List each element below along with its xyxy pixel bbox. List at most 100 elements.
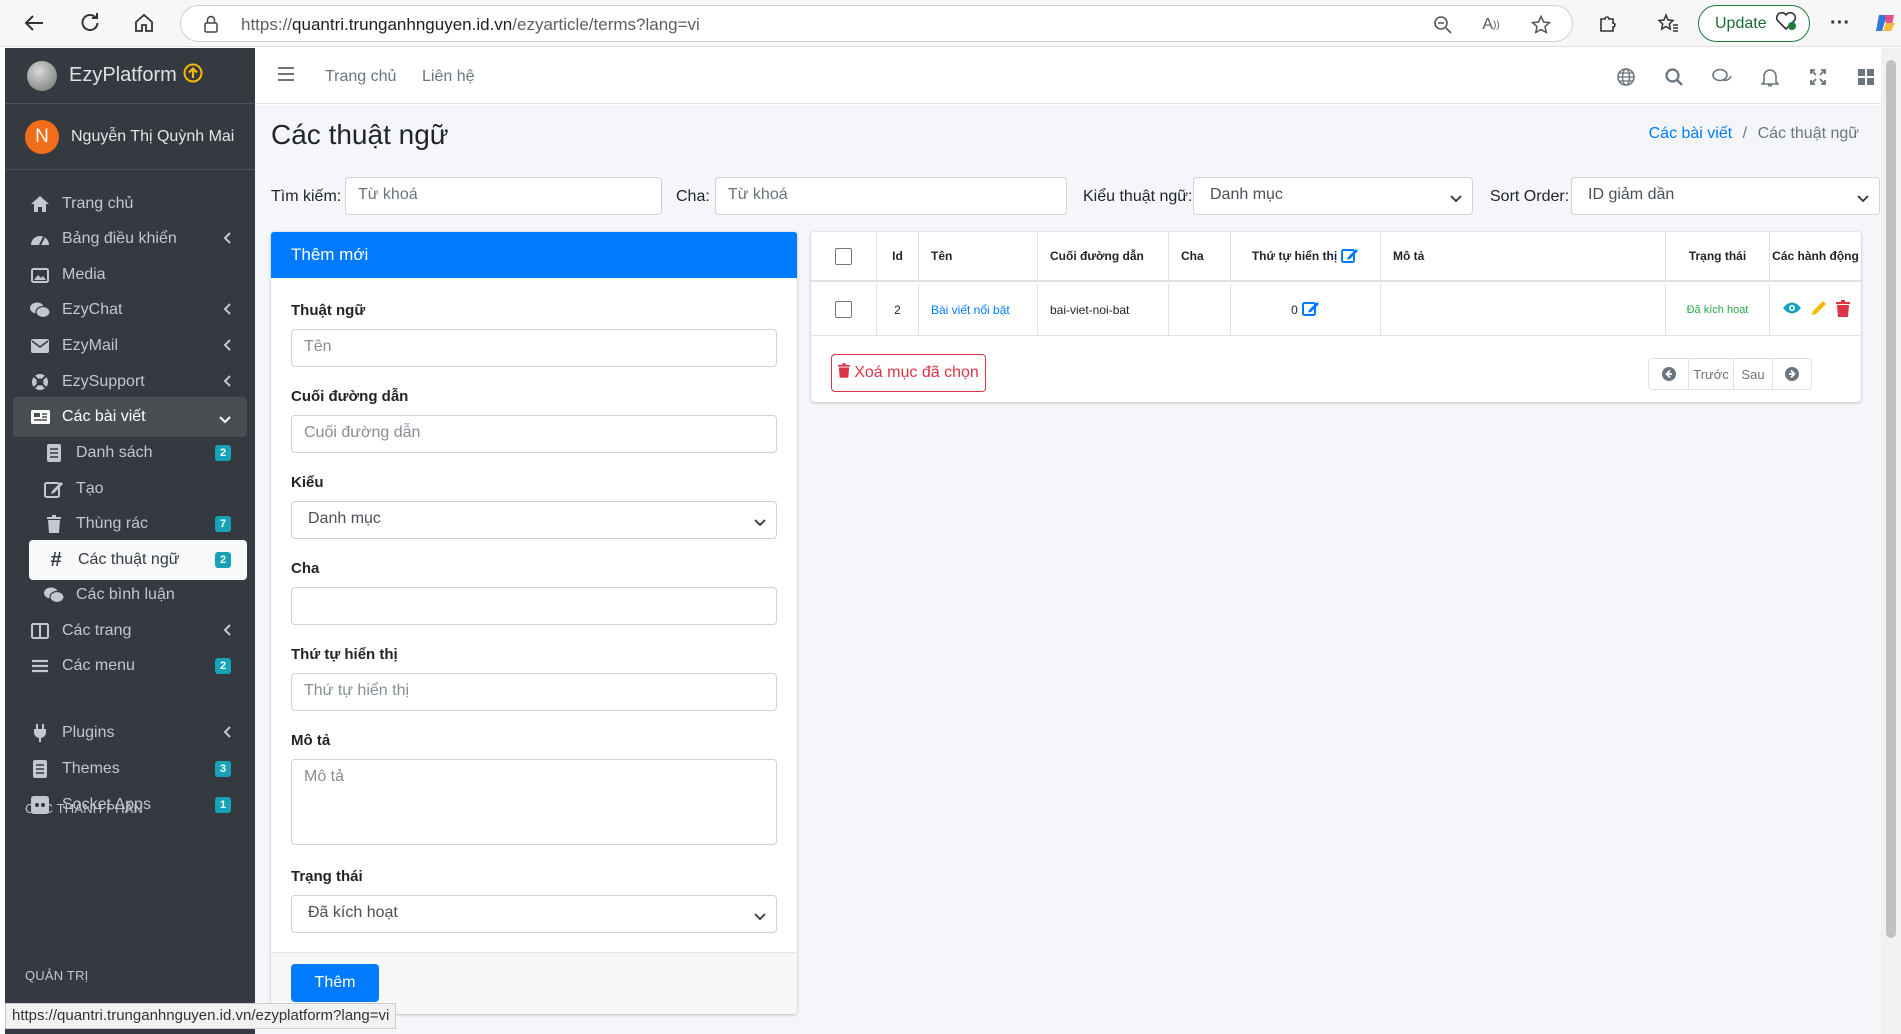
top-navbar: Trang chủ Liên hệ: [255, 48, 1881, 104]
edit-pencil-icon[interactable]: [1810, 299, 1828, 320]
display-order-input[interactable]: Thứ tự hiển thị: [291, 673, 777, 711]
view-eye-icon[interactable]: [1782, 301, 1802, 318]
status-select[interactable]: Đã kích hoạt: [291, 895, 777, 933]
pagination: Trước Sau: [1648, 358, 1812, 390]
fullscreen-icon[interactable]: [1807, 66, 1829, 88]
favorite-star-icon[interactable]: [1529, 14, 1553, 36]
cell-actions: [1770, 284, 1861, 336]
sidebar: EzyPlatform N Nguyễn Thị Quỳnh Mai Trang…: [5, 48, 255, 1034]
parent-filter-input[interactable]: Từ khoá: [715, 177, 1067, 215]
sidebar-item-dashboard[interactable]: Bảng điều khiển: [13, 219, 247, 259]
count-badge: 2: [215, 552, 231, 568]
terms-table-card: Id Tên Cuối đường dẫn Cha Thứ tự hiển th…: [811, 232, 1861, 402]
sidebar-item-list[interactable]: Danh sách 2: [13, 433, 247, 473]
sort-order-select[interactable]: ID giảm dần: [1571, 177, 1880, 215]
sidebar-item-plugins[interactable]: Plugins: [13, 713, 247, 753]
chevron-left-icon: [223, 623, 231, 641]
copilot-icon[interactable]: [1870, 8, 1901, 38]
back-arrow-icon[interactable]: [18, 8, 50, 38]
row-checkbox[interactable]: [835, 301, 852, 318]
language-globe-icon[interactable]: [1615, 66, 1637, 88]
user-panel[interactable]: N Nguyễn Thị Quỳnh Mai: [5, 104, 255, 170]
col-header-parent[interactable]: Cha: [1169, 232, 1231, 282]
prev-arrow-icon[interactable]: [1649, 359, 1689, 389]
term-type-select[interactable]: Danh mục: [1193, 177, 1473, 215]
scrollbar-thumb[interactable]: [1886, 60, 1896, 938]
upgrade-arrow-icon[interactable]: [183, 63, 203, 89]
messages-icon[interactable]: [1711, 66, 1733, 88]
sidebar-item-trash[interactable]: Thùng rác 7: [13, 504, 247, 544]
comments-icon: [43, 585, 65, 605]
image-icon: [29, 265, 51, 285]
count-badge: 3: [215, 761, 231, 777]
cell-slug: bai-viet-noi-bat: [1038, 284, 1169, 336]
sidebar-item-pages[interactable]: Các trang: [13, 611, 247, 651]
prev-page-button[interactable]: Trước: [1689, 359, 1734, 389]
parent-input[interactable]: [291, 587, 777, 625]
delete-selected-button[interactable]: Xoá mục đã chọn: [831, 354, 986, 392]
notification-bell-icon[interactable]: [1759, 66, 1781, 88]
favorites-icon[interactable]: [1652, 8, 1684, 38]
reload-icon[interactable]: [74, 8, 106, 38]
next-arrow-icon[interactable]: [1773, 359, 1811, 389]
select-all-checkbox[interactable]: [835, 247, 852, 265]
col-header-status[interactable]: Trạng thái: [1666, 232, 1770, 282]
nav-link-contact[interactable]: Liên hệ: [422, 68, 475, 86]
next-page-button[interactable]: Sau: [1734, 359, 1773, 389]
description-textarea[interactable]: Mô tả: [291, 759, 777, 845]
edit-icon[interactable]: [1341, 247, 1359, 266]
brand-link[interactable]: EzyPlatform: [5, 48, 255, 104]
search-icon[interactable]: [1663, 66, 1685, 88]
edit-icon[interactable]: [1301, 300, 1320, 319]
sidebar-item-ezysupport[interactable]: EzySupport: [13, 362, 247, 402]
address-bar[interactable]: https://quantri.trunganhnguyen.id.vn/ezy…: [180, 5, 1573, 42]
search-label: Tìm kiếm:: [271, 188, 342, 205]
sidebar-item-home[interactable]: Trang chủ: [13, 184, 247, 224]
home-icon[interactable]: [128, 8, 160, 38]
sidebar-item-terms[interactable]: # Các thuật ngữ 2: [29, 540, 247, 580]
update-button[interactable]: Update: [1698, 5, 1810, 42]
col-header-description[interactable]: Mô tả: [1381, 232, 1666, 282]
brand-name: EzyPlatform: [69, 64, 177, 86]
col-header-slug[interactable]: Cuối đường dẫn: [1038, 232, 1169, 282]
more-menu-icon[interactable]: ···: [1824, 8, 1856, 38]
sidebar-item-comments[interactable]: Các bình luận: [13, 575, 247, 615]
hashtag-icon: #: [50, 548, 62, 571]
search-input[interactable]: Từ khoá: [345, 177, 662, 215]
sidebar-item-articles[interactable]: Các bài viết: [13, 397, 247, 437]
read-aloud-icon[interactable]: A)): [1479, 14, 1503, 36]
cell-name-link[interactable]: Bài viết nổi bật: [919, 284, 1038, 336]
sidebar-item-ezychat[interactable]: EzyChat: [13, 290, 247, 330]
type-label: Kiểu: [291, 474, 324, 491]
cell-description: [1381, 284, 1666, 336]
breadcrumb-link-articles[interactable]: Các bài viết: [1649, 125, 1733, 142]
sidebar-item-themes[interactable]: Themes 3: [13, 749, 247, 789]
apps-grid-icon[interactable]: [1855, 66, 1877, 88]
theme-icon: [29, 759, 51, 779]
col-header-id[interactable]: Id: [877, 232, 919, 282]
parent-filter-label: Cha:: [676, 188, 710, 205]
slug-input[interactable]: Cuối đường dẫn: [291, 415, 777, 453]
sidebar-item-media[interactable]: Media: [13, 255, 247, 295]
page-scrollbar[interactable]: [1881, 48, 1901, 1034]
col-header-name[interactable]: Tên: [919, 232, 1038, 282]
url-text: https://quantri.trunganhnguyen.id.vn/ezy…: [241, 15, 700, 34]
term-name-input[interactable]: Tên: [291, 329, 777, 367]
extensions-icon[interactable]: [1592, 8, 1624, 38]
trash-icon: [43, 514, 65, 534]
nav-link-home[interactable]: Trang chủ: [325, 68, 396, 86]
chevron-left-icon: [223, 231, 231, 249]
delete-trash-icon[interactable]: [1835, 299, 1850, 320]
sidebar-item-socket-apps[interactable]: Socket Apps 1: [13, 785, 247, 825]
hamburger-menu-icon[interactable]: [277, 66, 295, 87]
type-select[interactable]: Danh mục: [291, 501, 777, 539]
add-button[interactable]: Thêm: [291, 964, 379, 1002]
sidebar-item-create[interactable]: Tạo: [13, 469, 247, 509]
sidebar-item-menus[interactable]: Các menu 2: [13, 646, 247, 686]
col-header-actions: Các hành động: [1770, 232, 1861, 282]
home-icon: [29, 194, 51, 214]
col-header-display-order[interactable]: Thứ tự hiển thị: [1231, 232, 1381, 282]
sidebar-item-ezymail[interactable]: EzyMail: [13, 326, 247, 366]
section-header-admin: QUẢN TRỊ: [25, 968, 89, 983]
zoom-out-icon[interactable]: [1431, 14, 1455, 36]
